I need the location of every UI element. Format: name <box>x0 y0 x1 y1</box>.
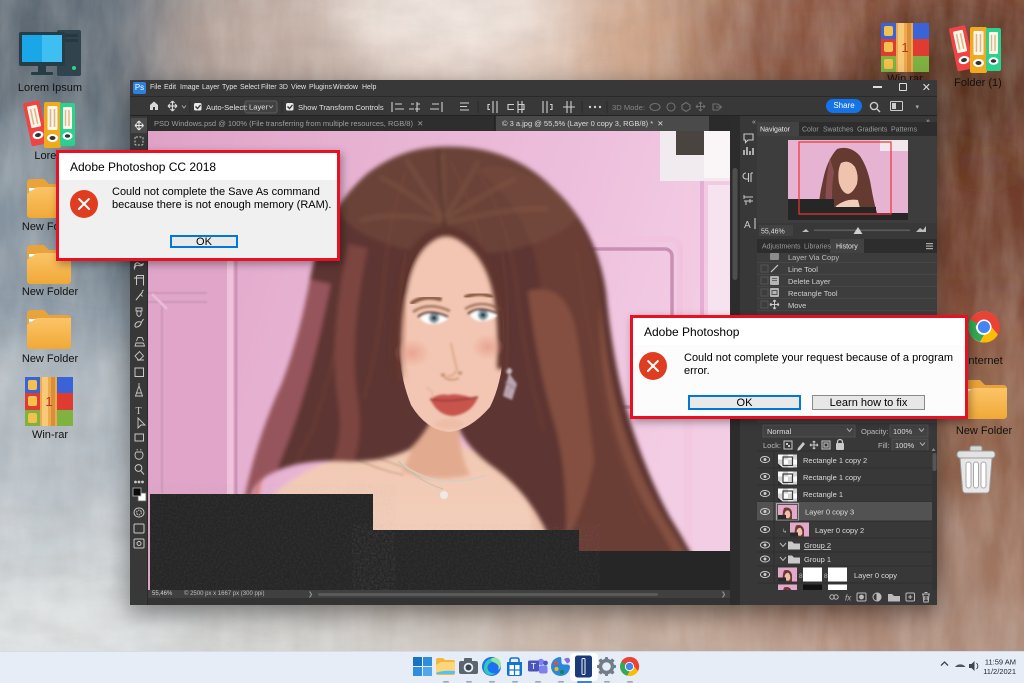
svg-text:Move: Move <box>788 301 806 310</box>
svg-text:↳: ↳ <box>782 528 787 535</box>
svg-text:A: A <box>744 220 751 231</box>
svg-text:Rectangle Tool: Rectangle Tool <box>788 289 838 298</box>
svg-text:Gradients: Gradients <box>857 127 888 134</box>
svg-text:Group 2: Group 2 <box>804 541 831 550</box>
svg-text:Line Tool: Line Tool <box>788 265 818 274</box>
svg-text:fx: fx <box>845 594 852 603</box>
svg-text:Rectangle 1 copy: Rectangle 1 copy <box>803 473 861 482</box>
svg-text:Rectangle 1 copy 2: Rectangle 1 copy 2 <box>803 456 867 465</box>
svg-text:Patterns: Patterns <box>891 127 918 134</box>
svg-text:55,46%: 55,46% <box>761 229 785 236</box>
svg-text:Swatches: Swatches <box>823 127 854 134</box>
svg-text:Layer 0 copy 2: Layer 0 copy 2 <box>815 526 864 535</box>
svg-text:Libraries: Libraries <box>804 244 831 251</box>
svg-text:100%: 100% <box>893 427 913 436</box>
svg-text:11/2/2021: 11/2/2021 <box>983 667 1016 676</box>
svg-text:Layer 0 copy 3: Layer 0 copy 3 <box>805 508 854 517</box>
svg-text:T: T <box>136 406 142 417</box>
svg-text:Opacity:: Opacity: <box>861 427 889 436</box>
svg-text:Delete Layer: Delete Layer <box>788 277 831 286</box>
svg-text:Adjustments: Adjustments <box>762 244 801 251</box>
svg-text:History: History <box>836 244 858 251</box>
svg-text:Color: Color <box>802 127 819 134</box>
svg-text:8: 8 <box>824 573 828 580</box>
svg-text:Rectangle 1: Rectangle 1 <box>803 490 843 499</box>
svg-text:Layer 0 copy: Layer 0 copy <box>854 571 897 580</box>
svg-text:«: « <box>752 119 756 126</box>
svg-text:Lock:: Lock: <box>763 441 781 450</box>
svg-text:Layer: Layer <box>249 103 268 112</box>
svg-text:Show Transform Controls: Show Transform Controls <box>298 103 384 112</box>
svg-text:Normal: Normal <box>767 427 792 436</box>
svg-text:Layer Via Copy: Layer Via Copy <box>788 253 839 262</box>
svg-text:Fill:: Fill: <box>878 441 890 450</box>
svg-text:11:59 AM: 11:59 AM <box>985 658 1016 667</box>
svg-text:Navigator: Navigator <box>760 127 791 134</box>
svg-text:3D Mode:: 3D Mode: <box>612 103 645 112</box>
svg-text:8: 8 <box>799 573 803 580</box>
svg-text:100%: 100% <box>895 441 915 450</box>
svg-text:Group 1: Group 1 <box>804 555 831 564</box>
svg-text:Auto-Select:: Auto-Select: <box>206 103 247 112</box>
svg-text:T: T <box>531 661 536 671</box>
